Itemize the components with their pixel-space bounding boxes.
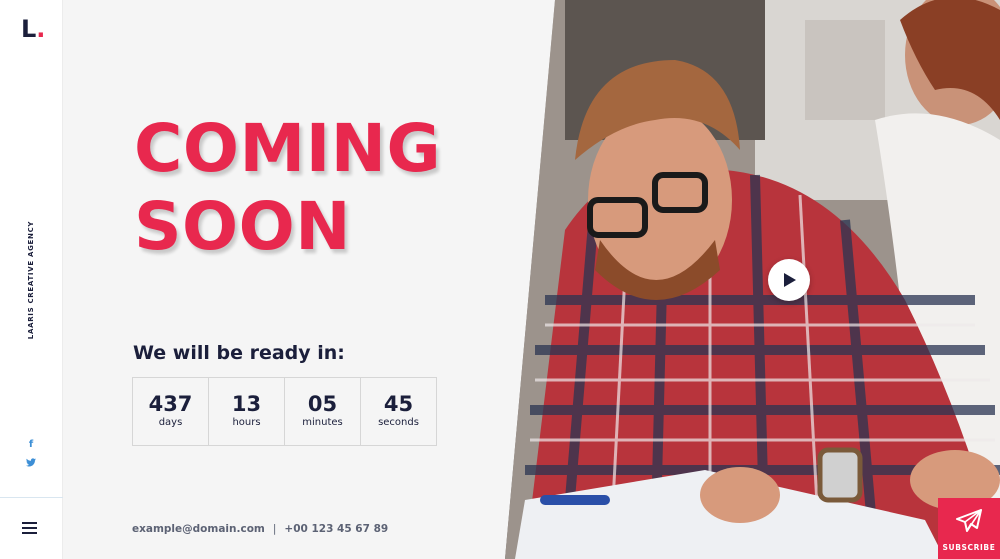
logo[interactable]: L. xyxy=(21,15,45,43)
days-label: days xyxy=(158,417,183,428)
play-button[interactable] xyxy=(768,259,810,301)
headline-line-2: SOON xyxy=(134,188,351,265)
subscribe-label: SUBSCRIBE xyxy=(942,543,996,552)
countdown-minutes: 05 minutes xyxy=(285,378,361,445)
photo-illustration xyxy=(505,0,1000,559)
paper-plane-icon xyxy=(956,509,982,532)
contact-info: example@domain.com | +00 123 45 67 89 xyxy=(132,523,388,535)
countdown-heading: We will be ready in: xyxy=(133,342,345,364)
minutes-label: minutes xyxy=(302,417,343,428)
contact-separator: | xyxy=(272,523,277,535)
logo-letter: L xyxy=(21,15,37,43)
hamburger-menu-icon[interactable] xyxy=(22,522,40,536)
hours-label: hours xyxy=(232,417,261,428)
twitter-icon[interactable] xyxy=(24,458,38,470)
twitter-bird-glyph xyxy=(26,458,36,467)
hours-value: 13 xyxy=(231,392,262,416)
agency-name: LAARIS CREATIVE AGENCY xyxy=(27,220,35,340)
subscribe-button[interactable]: SUBSCRIBE xyxy=(938,498,1000,559)
play-icon xyxy=(784,273,796,287)
logo-dot: . xyxy=(36,15,46,43)
sidebar: L. LAARIS CREATIVE AGENCY f xyxy=(0,0,63,559)
hero-photo xyxy=(505,0,1000,559)
headline-line-1: COMING xyxy=(134,110,442,187)
seconds-value: 45 xyxy=(383,392,414,416)
seconds-label: seconds xyxy=(378,417,419,428)
countdown-hours: 13 hours xyxy=(209,378,285,445)
email-link[interactable]: example@domain.com xyxy=(132,523,265,535)
countdown-seconds: 45 seconds xyxy=(361,378,436,445)
coming-soon-headline: COMING SOON xyxy=(134,110,441,266)
days-value: 437 xyxy=(148,392,193,416)
minutes-value: 05 xyxy=(307,392,338,416)
phone-link[interactable]: +00 123 45 67 89 xyxy=(284,523,388,535)
countdown-days: 437 days xyxy=(133,378,209,445)
countdown-timer: 437 days 13 hours 05 minutes 45 seconds xyxy=(132,377,437,446)
sidebar-divider xyxy=(0,497,63,498)
facebook-icon[interactable]: f xyxy=(24,439,38,450)
